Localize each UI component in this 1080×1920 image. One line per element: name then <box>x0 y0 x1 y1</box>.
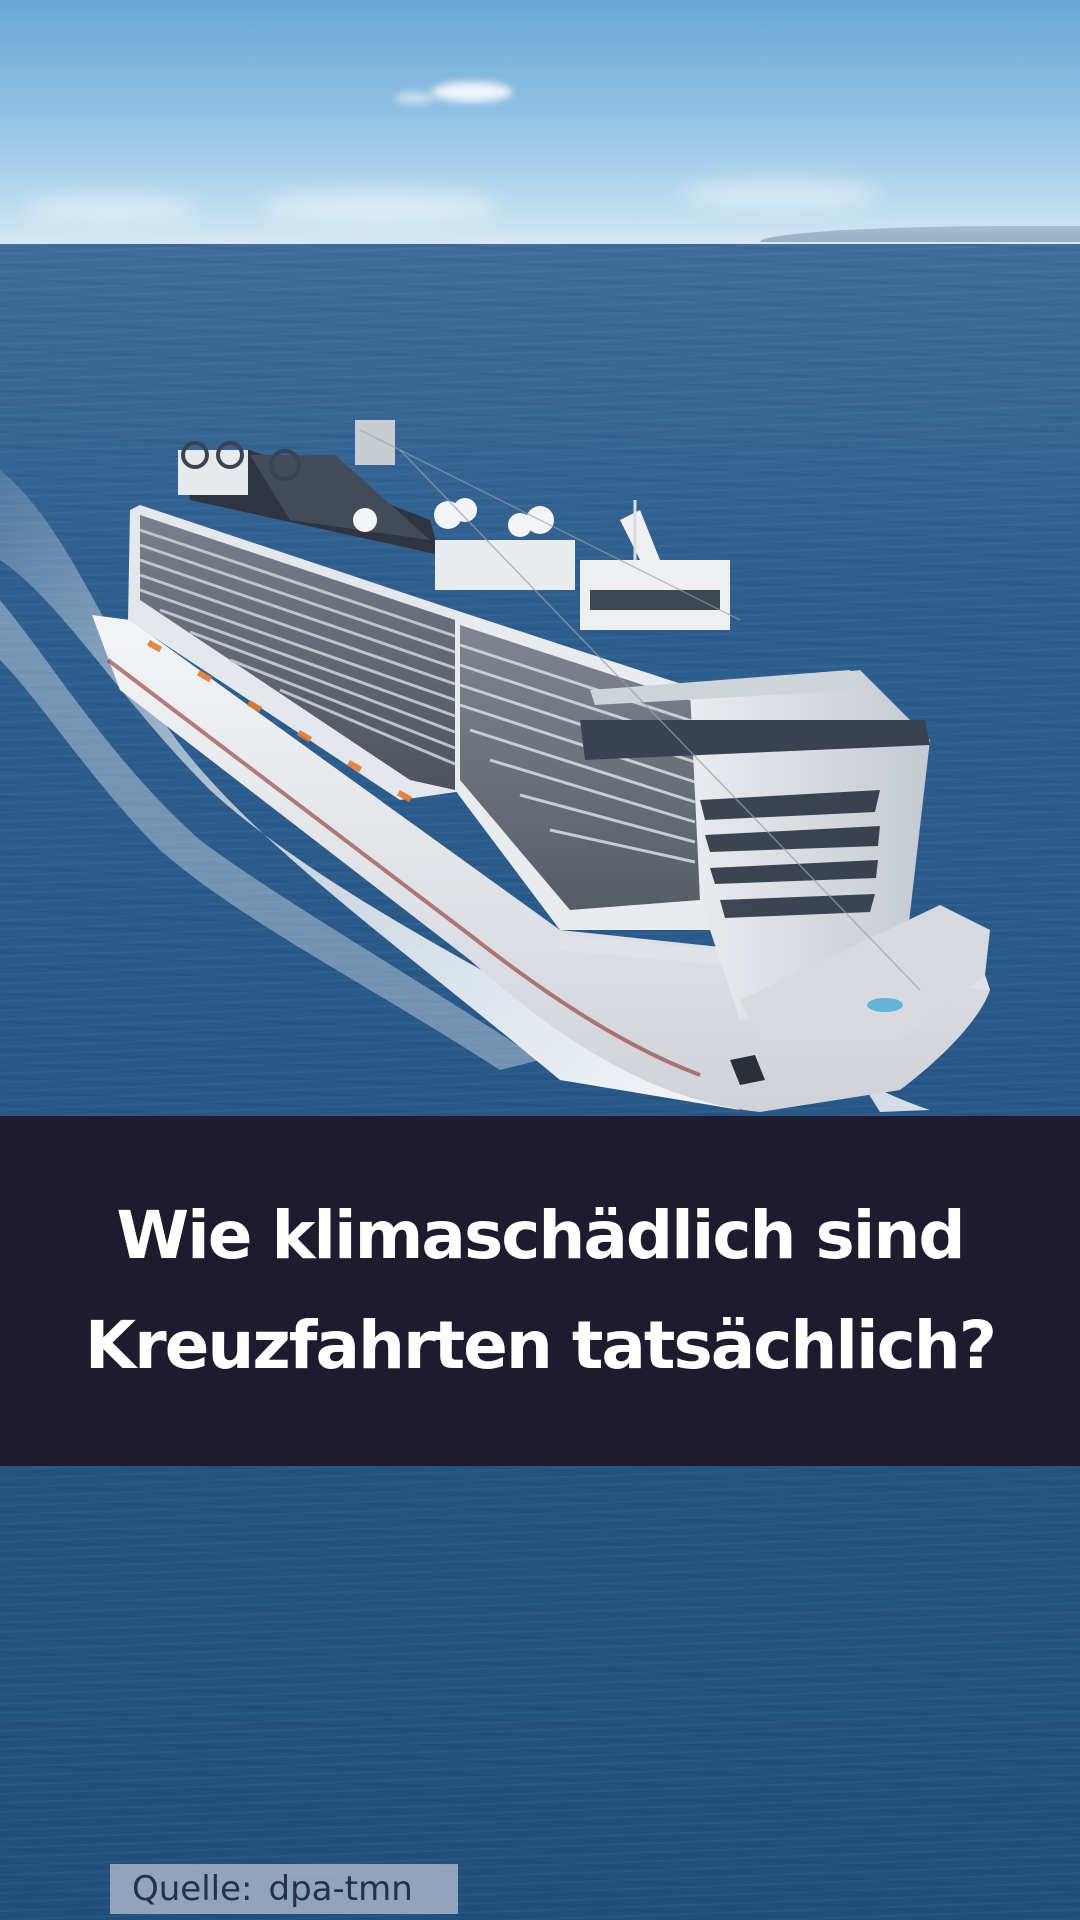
source-credit: Quelle: dpa-tmn <box>110 1864 458 1914</box>
source-credit-label: Quelle: <box>132 1869 253 1909</box>
cruise-ship-image <box>0 420 990 1112</box>
headline-banner: Wie klimaschädlich sind Kreuzfahrten tat… <box>0 1116 1080 1466</box>
video-frame: Wie klimaschädlich sind Kreuzfahrten tat… <box>0 0 1080 1920</box>
headline-line-1: Wie klimaschädlich sind <box>116 1197 965 1274</box>
source-credit-value: dpa-tmn <box>268 1869 413 1909</box>
headline-text: Wie klimaschädlich sind Kreuzfahrten tat… <box>30 1181 1050 1401</box>
headline-line-2: Kreuzfahrten tatsächlich? <box>84 1307 997 1384</box>
